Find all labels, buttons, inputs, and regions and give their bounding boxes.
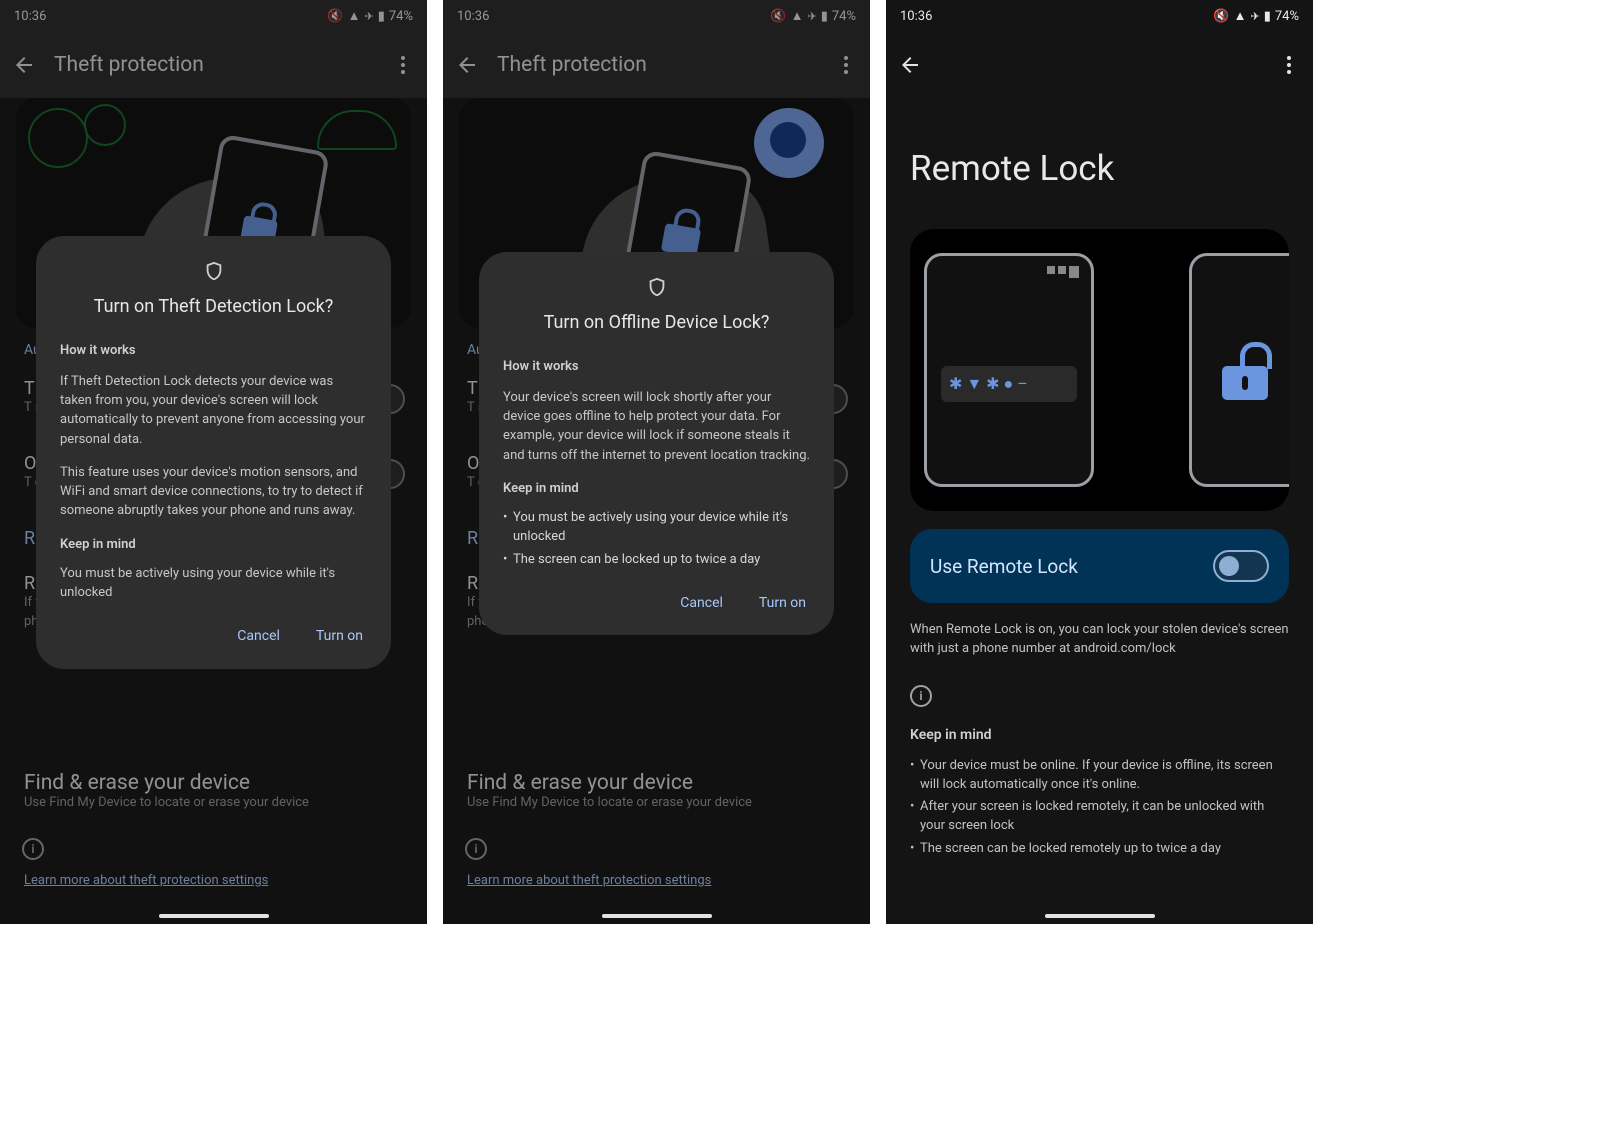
keep-item: The screen can be locked remotely up to … xyxy=(910,840,1289,859)
turn-on-button[interactable]: Turn on xyxy=(755,585,810,622)
dialog-body: How it works Your device's screen will l… xyxy=(503,357,810,569)
dialog-body: How it works If Theft Detection Lock det… xyxy=(60,341,367,603)
status-bar: 10:36 🔇 ▲ ✈ ▮ 74% xyxy=(886,0,1313,32)
dialog-title: Turn on Offline Device Lock? xyxy=(503,310,810,337)
device-right xyxy=(1189,253,1289,487)
keep-in-mind-heading: Keep in mind xyxy=(60,535,367,554)
cancel-button[interactable]: Cancel xyxy=(233,618,284,655)
hero-illustration: ✱ ▼ ✱ ● – xyxy=(910,229,1289,511)
unlock-icon xyxy=(1222,366,1268,400)
dialog-title: Turn on Theft Detection Lock? xyxy=(60,294,367,321)
screenshot-2: 10:36 🔇 ▲ ✈ ▮ 74% Theft protection Au T … xyxy=(443,0,870,924)
keep-item: You must be actively using your device w… xyxy=(503,508,810,546)
keep-in-mind-heading: Keep in mind xyxy=(910,727,1289,743)
dialog-paragraph: If Theft Detection Lock detects your dev… xyxy=(60,372,367,449)
remote-lock-screen: Remote Lock ✱ ▼ ✱ ● – Use Remote Lock Wh… xyxy=(886,98,1313,924)
device-left: ✱ ▼ ✱ ● – xyxy=(924,253,1094,487)
turn-on-button[interactable]: Turn on xyxy=(312,618,367,655)
nav-pill[interactable] xyxy=(602,914,712,918)
keep-item: You must be actively using your device w… xyxy=(60,564,367,602)
dialog-theft-detection: Turn on Theft Detection Lock? How it wor… xyxy=(36,236,391,669)
screenshot-1: 10:36 🔇 ▲ ✈ ▮ 74% Theft protection Au T … xyxy=(0,0,427,924)
overflow-icon[interactable] xyxy=(1277,56,1301,74)
keep-item: The screen can be locked up to twice a d… xyxy=(503,550,810,569)
dialog-paragraph: Your device's screen will lock shortly a… xyxy=(503,388,810,465)
keep-item: After your screen is locked remotely, it… xyxy=(910,798,1289,836)
keep-in-mind-heading: Keep in mind xyxy=(503,479,810,498)
description: When Remote Lock is on, you can lock you… xyxy=(910,621,1289,659)
shield-icon xyxy=(60,260,367,282)
password-field-graphic: ✱ ▼ ✱ ● – xyxy=(941,366,1077,402)
status-icons: 🔇 ▲ ✈ ▮ 74% xyxy=(1213,8,1299,24)
screen-title: Remote Lock xyxy=(910,148,1289,189)
airplane-icon: ✈ xyxy=(1250,10,1259,23)
keep-item: Your device must be online. If your devi… xyxy=(910,757,1289,795)
nav-pill[interactable] xyxy=(1045,914,1155,918)
dialog-paragraph: This feature uses your device's motion s… xyxy=(60,463,367,521)
shield-icon xyxy=(503,276,810,298)
screenshot-3: 10:36 🔇 ▲ ✈ ▮ 74% Remote Lock ✱ ▼ ✱ ● – xyxy=(886,0,1313,924)
dialog-actions: Cancel Turn on xyxy=(60,618,367,655)
nav-pill[interactable] xyxy=(159,914,269,918)
status-time: 10:36 xyxy=(900,9,932,24)
toolbar xyxy=(886,32,1313,98)
battery-pct: 74% xyxy=(1275,9,1299,24)
password-glyphs: ✱ ▼ ✱ ● – xyxy=(949,374,1028,394)
toggle-switch[interactable] xyxy=(1213,550,1269,582)
dialog-actions: Cancel Turn on xyxy=(503,585,810,622)
use-remote-lock-row[interactable]: Use Remote Lock xyxy=(910,529,1289,603)
dialog-offline-lock: Turn on Offline Device Lock? How it work… xyxy=(479,252,834,635)
wifi-icon: ▲ xyxy=(1234,8,1247,24)
info-icon: i xyxy=(910,685,932,707)
how-it-works-heading: How it works xyxy=(60,341,367,360)
how-it-works-heading: How it works xyxy=(503,357,810,376)
toggle-label: Use Remote Lock xyxy=(930,555,1078,578)
mute-icon: 🔇 xyxy=(1213,9,1229,24)
cancel-button[interactable]: Cancel xyxy=(676,585,727,622)
battery-icon: ▮ xyxy=(1264,9,1271,24)
back-icon[interactable] xyxy=(898,53,922,77)
